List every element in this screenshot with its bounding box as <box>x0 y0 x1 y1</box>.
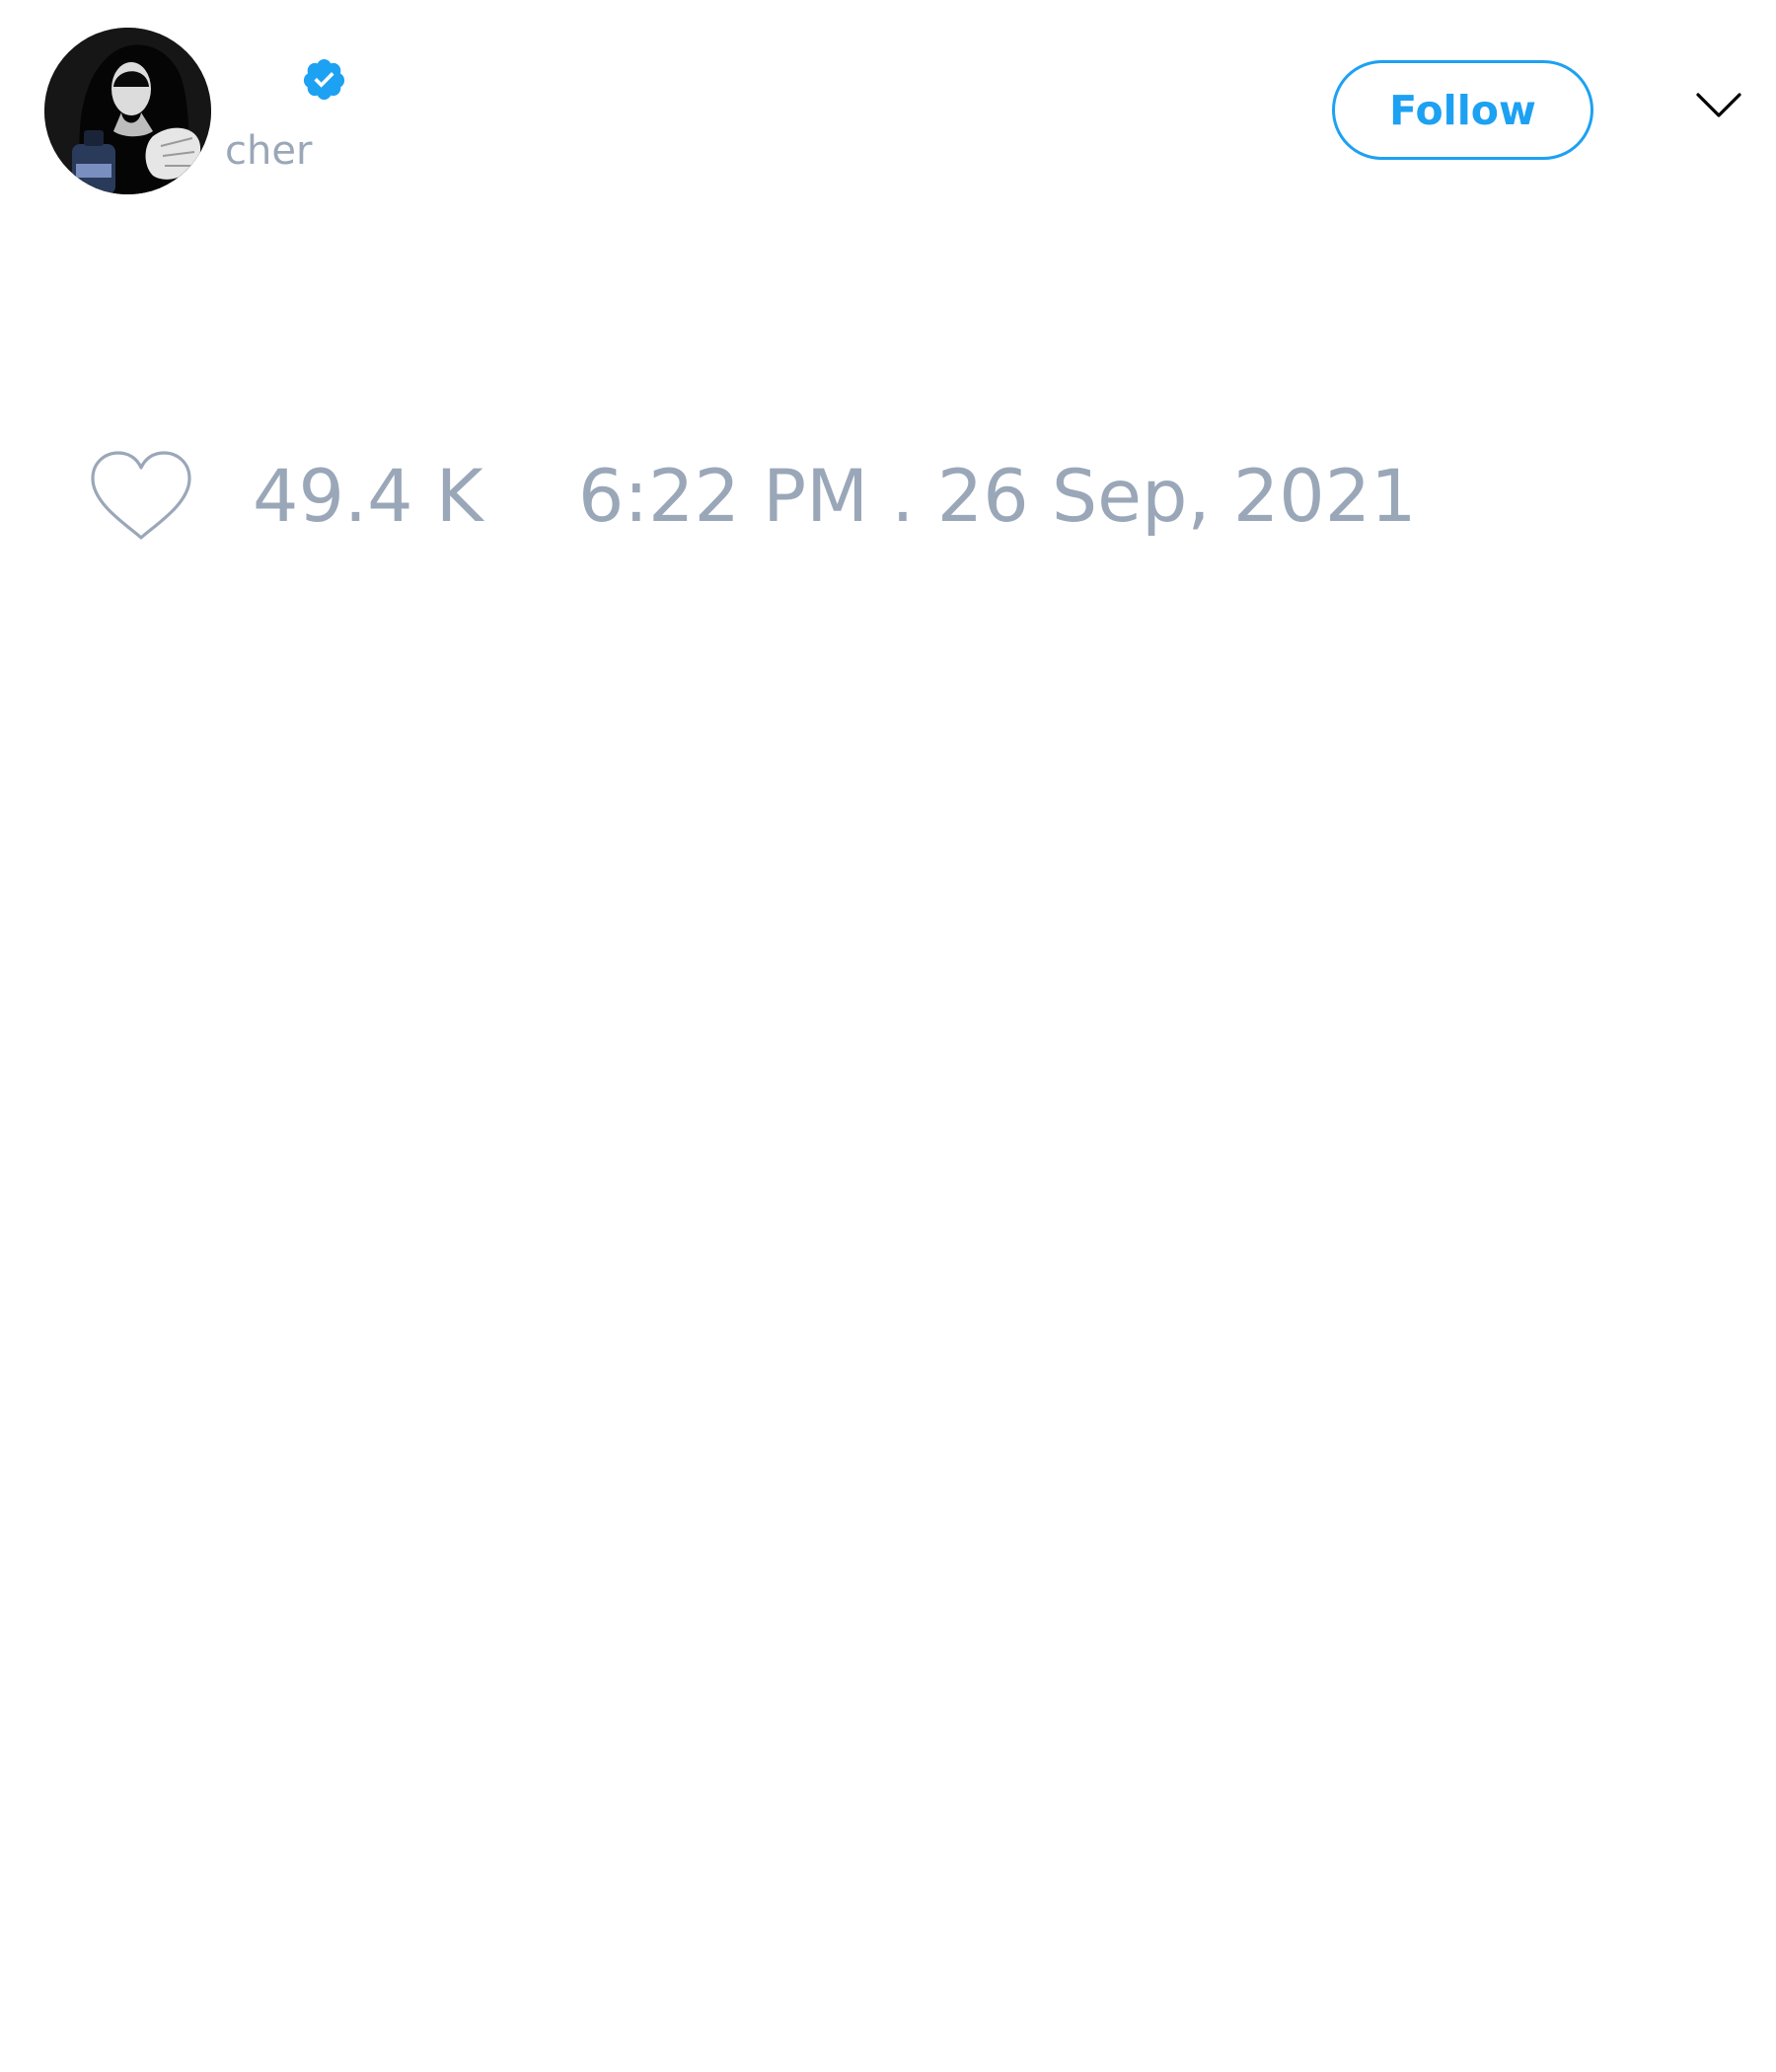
like-count: 49.4 K <box>253 455 483 539</box>
follow-button[interactable]: Follow <box>1332 60 1593 160</box>
tweet-timestamp[interactable]: 6:22 PM . 26 Sep, 2021 <box>578 458 1417 537</box>
verified-badge-icon <box>301 56 347 103</box>
user-handle[interactable]: cher <box>225 126 312 176</box>
tweet-card: cher Follow 49.4 K 6:22 PM . 26 Sep, 202… <box>0 0 1776 2072</box>
chevron-down-icon[interactable] <box>1695 91 1742 120</box>
avatar[interactable] <box>44 28 211 194</box>
heart-icon[interactable] <box>89 449 193 544</box>
